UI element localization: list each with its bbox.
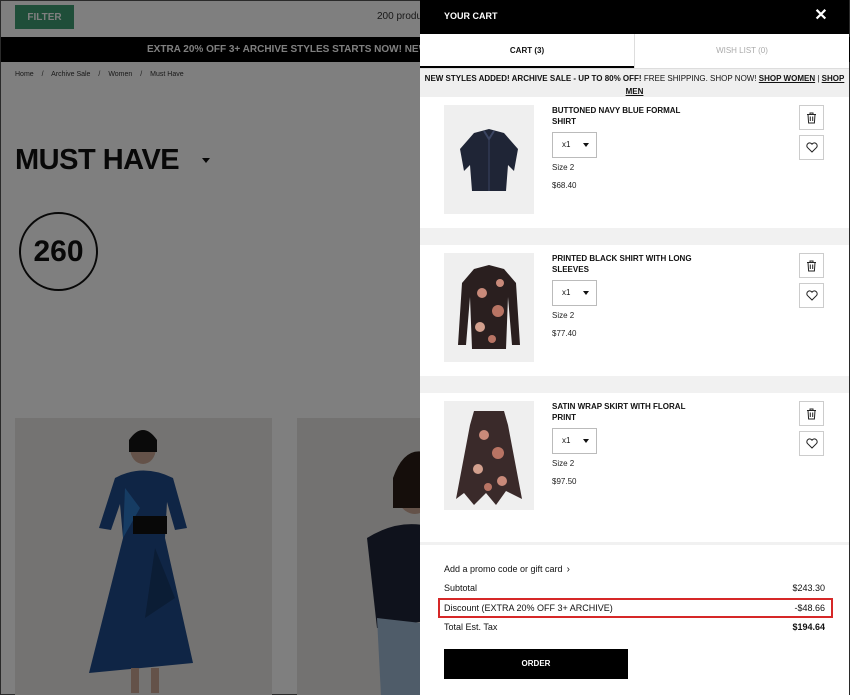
promo-code-link[interactable]: Add a promo code or gift card › [444,564,570,575]
heart-icon [805,142,818,153]
item-image[interactable] [444,105,534,214]
discount-label: Discount (EXTRA 20% OFF 3+ ARCHIVE) [444,603,613,613]
item-name[interactable]: PRINTED BLACK SHIRT WITH LONG SLEEVES [552,253,702,275]
discount-value: -$48.66 [794,603,825,613]
chevron-right-icon: › [566,564,570,575]
total-value: $194.64 [792,622,825,632]
cart-items-list: BUTTONED NAVY BLUE FORMAL SHIRT x1 Size … [420,97,849,528]
shirt-image [460,129,518,191]
item-price: $97.50 [552,477,577,486]
chevron-down-icon [583,291,589,295]
cart-header: YOUR CART ✕ [420,0,849,34]
cart-tabs: CART (3) WISH LIST (0) [420,34,849,69]
cart-item: BUTTONED NAVY BLUE FORMAL SHIRT x1 Size … [420,97,849,228]
tab-wish-list[interactable]: WISH LIST (0) [634,34,849,68]
promo-text: FREE SHIPPING. SHOP NOW! [641,74,759,83]
cart-promo-banner: NEW STYLES ADDED! ARCHIVE SALE - UP TO 8… [420,69,849,97]
chevron-down-icon [583,439,589,443]
add-to-wishlist-button[interactable] [799,283,824,308]
cart-drawer: YOUR CART ✕ CART (3) WISH LIST (0) NEW S… [420,0,849,695]
remove-item-button[interactable] [799,253,824,278]
item-image[interactable] [444,253,534,362]
heart-icon [805,438,818,449]
shirt-image [458,265,520,349]
chevron-down-icon [583,143,589,147]
trash-icon [807,260,816,271]
cart-title: YOUR CART [444,11,498,21]
close-icon[interactable]: ✕ [813,8,829,24]
quantity-select[interactable]: x1 [552,428,597,454]
add-to-wishlist-button[interactable] [799,431,824,456]
quantity-select[interactable]: x1 [552,280,597,306]
order-button[interactable]: ORDER [444,649,628,679]
order-summary: Add a promo code or gift card › Subtotal … [420,542,849,695]
item-size: Size 2 [552,459,575,468]
item-name[interactable]: SATIN WRAP SKIRT WITH FLORAL PRINT [552,401,702,423]
total-label: Total Est. Tax [444,622,498,632]
item-price: $77.40 [552,329,577,338]
quantity-value: x1 [562,140,571,149]
cart-item: PRINTED BLACK SHIRT WITH LONG SLEEVES x1… [420,245,849,376]
promo-headline: NEW STYLES ADDED! ARCHIVE SALE - UP TO 8… [424,74,642,83]
item-price: $68.40 [552,181,577,190]
item-image[interactable] [444,401,534,510]
heart-icon [805,290,818,301]
trash-icon [807,408,816,419]
tab-cart[interactable]: CART (3) [420,34,634,68]
cart-item: SATIN WRAP SKIRT WITH FLORAL PRINT x1 Si… [420,393,849,528]
remove-item-button[interactable] [799,401,824,426]
trash-icon [807,112,816,123]
subtotal-value: $243.30 [792,583,825,593]
quantity-value: x1 [562,288,571,297]
skirt-image [456,411,522,505]
shop-women-link[interactable]: SHOP WOMEN [759,74,815,83]
promo-code-label: Add a promo code or gift card [444,564,563,574]
add-to-wishlist-button[interactable] [799,135,824,160]
subtotal-label: Subtotal [444,583,478,593]
remove-item-button[interactable] [799,105,824,130]
item-size: Size 2 [552,163,575,172]
quantity-value: x1 [562,436,571,445]
item-size: Size 2 [552,311,575,320]
quantity-select[interactable]: x1 [552,132,597,158]
item-name[interactable]: BUTTONED NAVY BLUE FORMAL SHIRT [552,105,702,127]
